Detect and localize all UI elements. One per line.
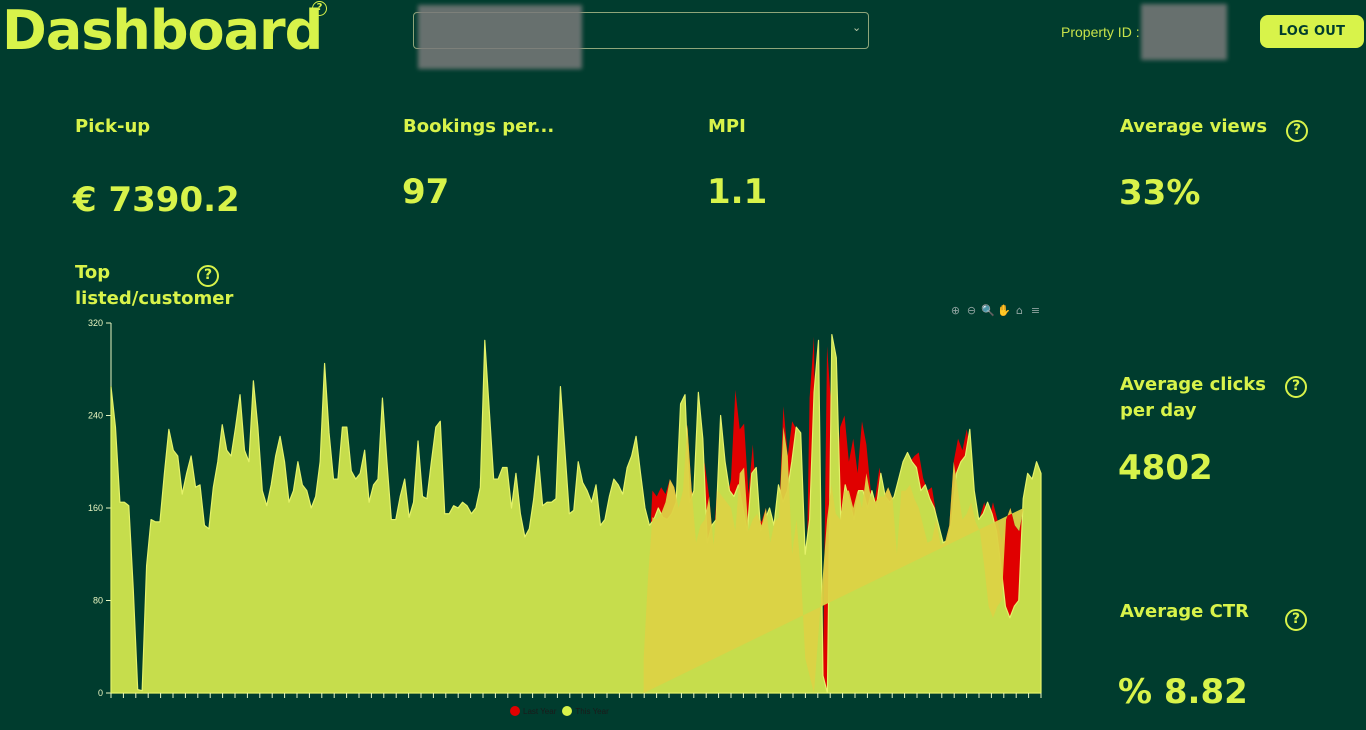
redacted-property-name <box>418 5 582 69</box>
legend-label-this-year: This Year <box>575 706 609 716</box>
chevron-down-icon: ⌄ <box>852 21 862 34</box>
area-chart[interactable]: 0 80 160 240 320 <box>80 316 1060 702</box>
y-tick-label: 240 <box>88 411 103 421</box>
property-select[interactable]: ⌄ <box>413 5 869 69</box>
y-tick-label: 0 <box>98 688 103 698</box>
legend-dot-last-year <box>510 706 520 716</box>
average-clicks-help-icon[interactable]: ? <box>1285 376 1307 398</box>
kpi-value-bookings: 97 <box>402 172 450 212</box>
kpi-label-pickup: Pick-up <box>75 116 151 137</box>
chart-help-icon[interactable]: ? <box>197 265 219 287</box>
y-tick-label: 80 <box>93 596 103 606</box>
chart-legend: Last Year This Year <box>510 706 609 716</box>
property-id-label: Property ID : <box>1061 24 1140 40</box>
kpi-label-average-clicks: Average clicks per day <box>1120 374 1266 421</box>
kpi-label-average-ctr: Average CTR <box>1120 601 1249 622</box>
legend-item-last-year[interactable]: Last Year <box>510 706 556 716</box>
title-help-icon[interactable]: ? <box>312 1 327 16</box>
logout-button[interactable]: LOG OUT <box>1260 15 1364 48</box>
redacted-property-id <box>1141 4 1227 60</box>
y-tick-label: 160 <box>88 503 103 513</box>
kpi-value-average-clicks: 4802 <box>1118 448 1213 488</box>
kpi-label-mpi: MPI <box>708 116 746 137</box>
kpi-label-average-views: Average views <box>1120 116 1268 137</box>
kpi-label-bookings: Bookings per... <box>403 116 555 137</box>
kpi-value-average-ctr: % 8.82 <box>1118 672 1248 712</box>
dashboard-page: Dashboard ? ⌄ Property ID : LOG OUT Pick… <box>0 0 1366 730</box>
average-views-help-icon[interactable]: ? <box>1286 120 1308 142</box>
kpi-value-mpi: 1.1 <box>707 172 768 212</box>
legend-dot-this-year <box>562 706 573 716</box>
y-tick-label: 320 <box>88 318 103 328</box>
legend-item-this-year[interactable]: This Year <box>562 706 609 716</box>
kpi-value-average-views: 33% <box>1119 173 1201 213</box>
legend-label-last-year: Last Year <box>523 706 557 716</box>
chart-title: Top listed/customer <box>75 262 234 309</box>
page-title: Dashboard <box>2 0 323 62</box>
kpi-value-pickup: € 7390.2 <box>73 180 240 220</box>
average-ctr-help-icon[interactable]: ? <box>1285 609 1307 631</box>
